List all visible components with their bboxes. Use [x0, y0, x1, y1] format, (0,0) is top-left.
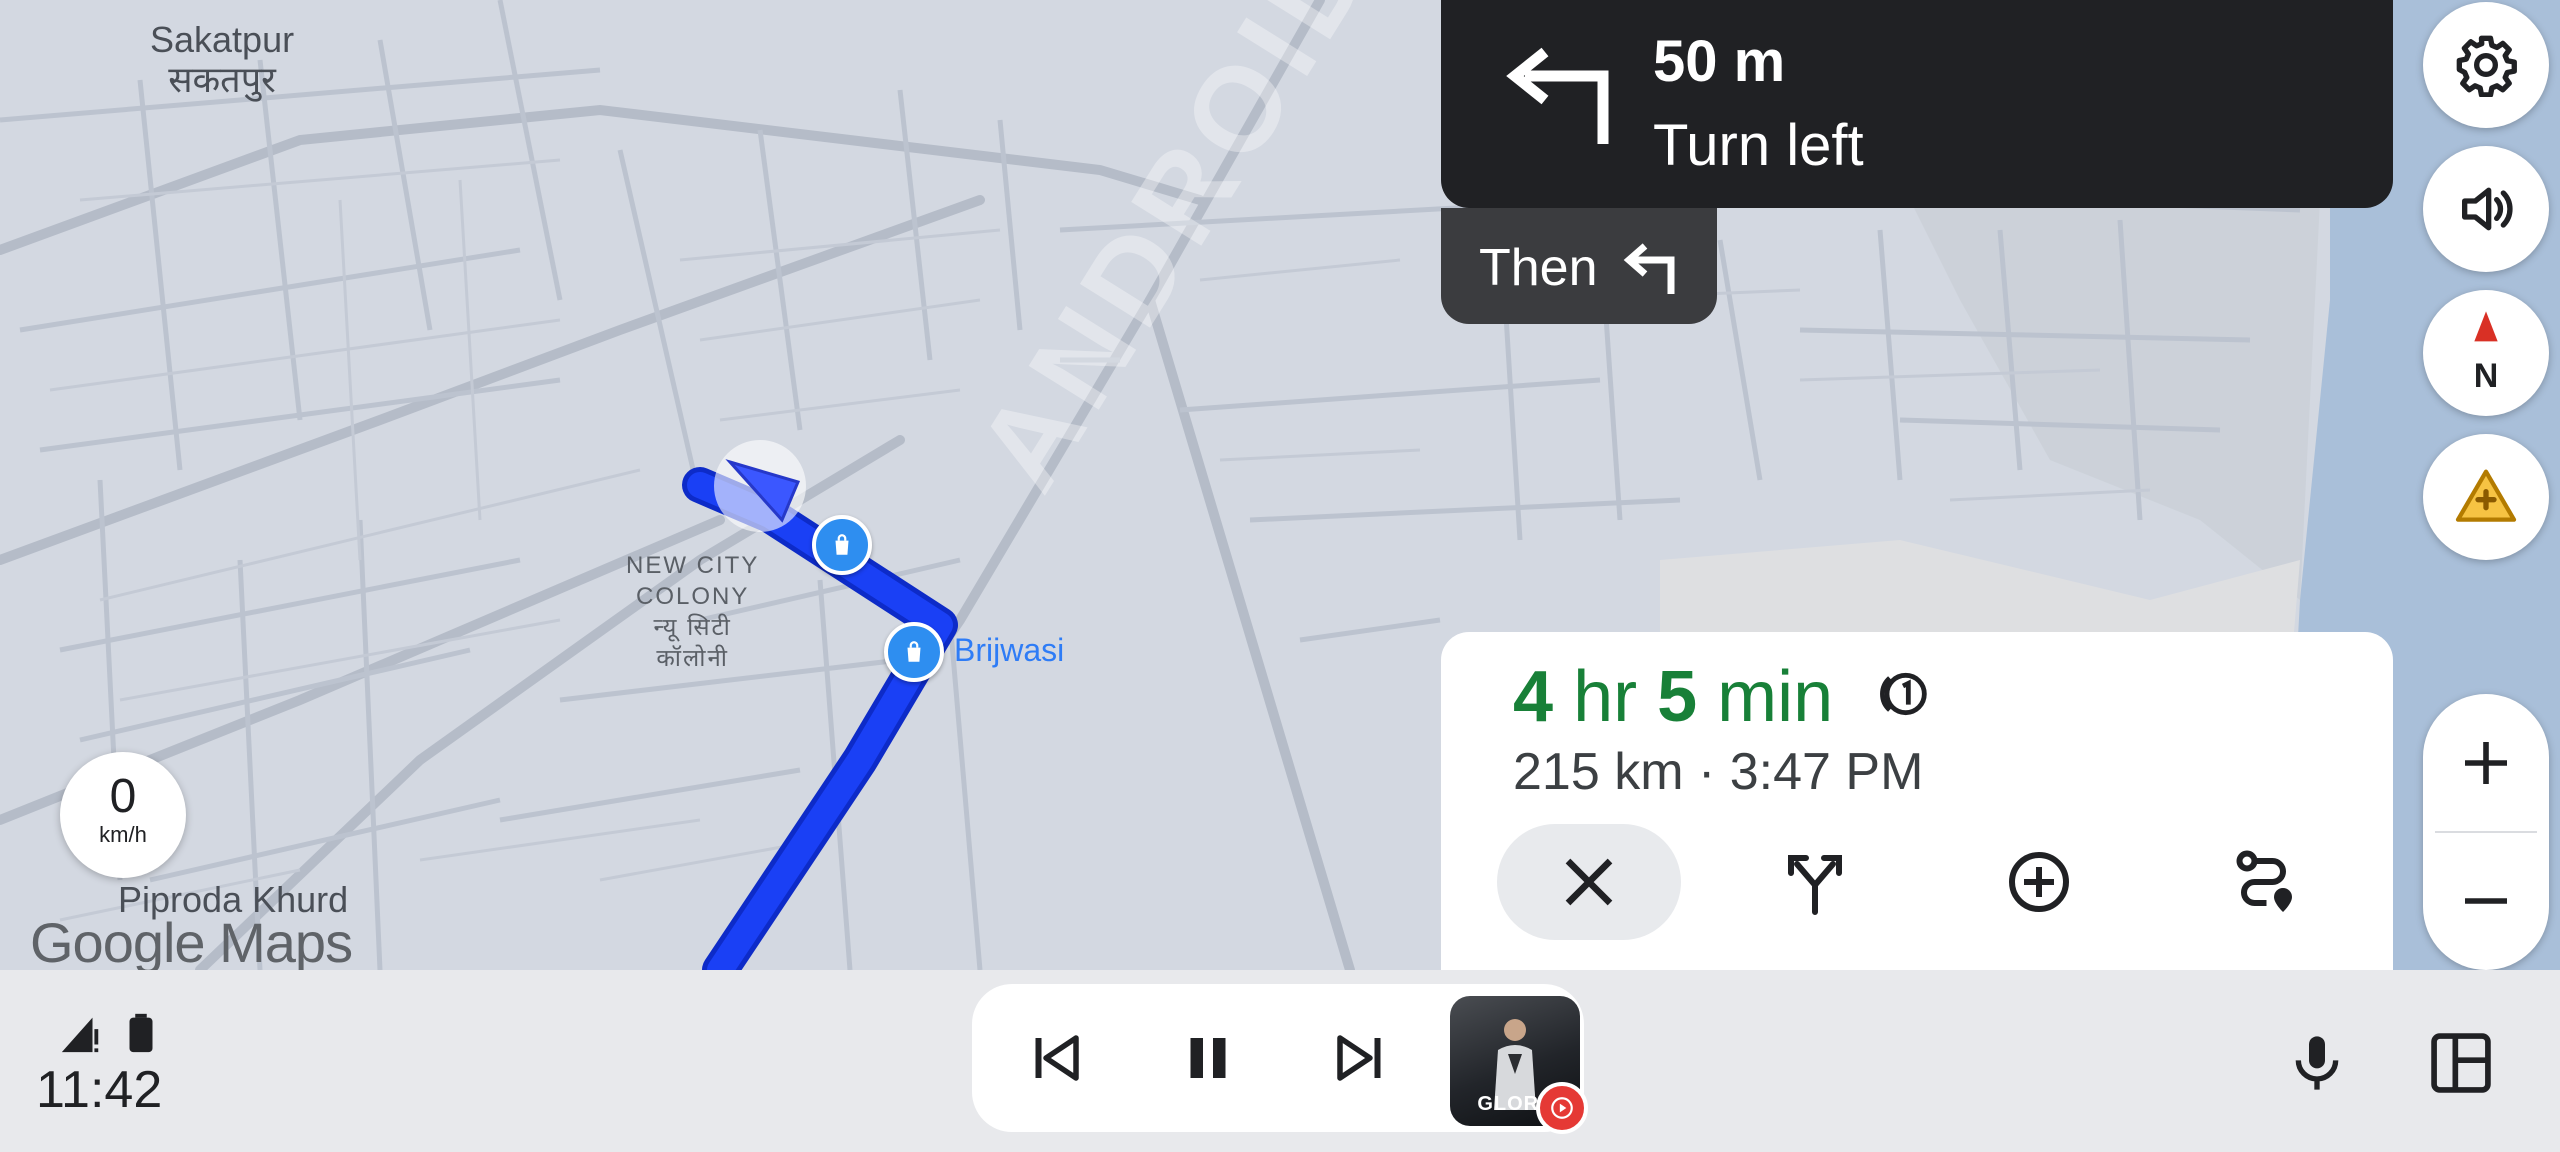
- eta-duration: 4 hr 5 min: [1513, 657, 1834, 737]
- trip-summary-card[interactable]: 4 hr 5 min 215 km · 3:47 PM: [1441, 632, 2393, 970]
- zoom-controls: [2423, 694, 2549, 970]
- trip-distance-arrival: 215 km · 3:47 PM: [1513, 743, 1924, 801]
- route-overview-button[interactable]: [2173, 824, 2357, 940]
- dashboard-layout-icon: [2431, 1033, 2491, 1093]
- layout-switch-button[interactable]: [2416, 1018, 2506, 1108]
- turn-instruction-card[interactable]: 50 m Turn left: [1441, 0, 2393, 208]
- add-stop-icon: [2009, 852, 2069, 912]
- route-overview-icon: [2236, 850, 2292, 912]
- close-icon: [1565, 858, 1613, 906]
- turn-left-icon: [1506, 47, 1609, 144]
- settings-button[interactable]: [2423, 2, 2549, 128]
- brijwasi-poi-icon[interactable]: [884, 622, 944, 682]
- speed-value: 0: [109, 770, 137, 823]
- volume-button[interactable]: [2423, 146, 2549, 272]
- toll-info-icon: [1880, 672, 1927, 716]
- skip-previous-button[interactable]: [1012, 1014, 1100, 1102]
- skip-next-icon: [1337, 1035, 1381, 1081]
- alternate-routes-button[interactable]: [1723, 824, 1907, 940]
- google-maps-logo: Google Maps: [30, 911, 353, 970]
- skip-next-button[interactable]: [1316, 1014, 1404, 1102]
- skip-previous-icon: [1035, 1035, 1079, 1081]
- then-label: Then: [1479, 239, 1598, 297]
- compass-north-label: N: [2473, 357, 2499, 395]
- then-maneuver-card: Then: [1441, 208, 1717, 324]
- microphone-icon: [2295, 1036, 2339, 1090]
- report-incident-button[interactable]: [2423, 434, 2549, 560]
- battery-icon: [129, 1013, 153, 1053]
- clock: 11:42: [36, 1061, 163, 1119]
- minus-icon: [2465, 898, 2507, 904]
- speedometer: 0 km/h: [60, 752, 186, 878]
- cell-signal-icon: [61, 1017, 99, 1053]
- youtube-music-badge: [1536, 1082, 1588, 1134]
- status-icons: [58, 1010, 164, 1056]
- turn-distance: 50 m: [1653, 29, 1786, 94]
- place-label-new-city-colony: NEW CITY COLONY न्यू सिटी कॉलोनी: [626, 552, 760, 672]
- zoom-in-button[interactable]: [2423, 694, 2549, 832]
- add-stop-button[interactable]: [1947, 824, 2131, 940]
- report-incident-icon: [2455, 469, 2517, 522]
- compass-icon: [2474, 311, 2498, 342]
- speed-unit: km/h: [99, 822, 147, 847]
- pause-button[interactable]: [1164, 1014, 1252, 1102]
- place-label-sakatpur: Sakatpur सकतपुर: [150, 19, 295, 100]
- plus-icon: [2465, 742, 2507, 784]
- turn-instruction: Turn left: [1653, 113, 1864, 178]
- exit-navigation-button[interactable]: [1497, 824, 1681, 940]
- youtube-music-icon: [1551, 1097, 1573, 1119]
- zoom-out-button[interactable]: [2423, 832, 2549, 970]
- volume-icon: [2462, 187, 2513, 231]
- pause-icon: [1190, 1038, 1226, 1078]
- then-turn-left-icon: [1623, 243, 1675, 294]
- poi-label-brijwasi[interactable]: Brijwasi: [954, 632, 1064, 669]
- voice-assistant-button[interactable]: [2272, 1018, 2362, 1108]
- settings-icon: [2456, 35, 2517, 97]
- alternate-routes-icon: [1788, 855, 1842, 915]
- shopping-poi-icon[interactable]: [812, 515, 872, 575]
- compass-button[interactable]: N: [2423, 290, 2549, 416]
